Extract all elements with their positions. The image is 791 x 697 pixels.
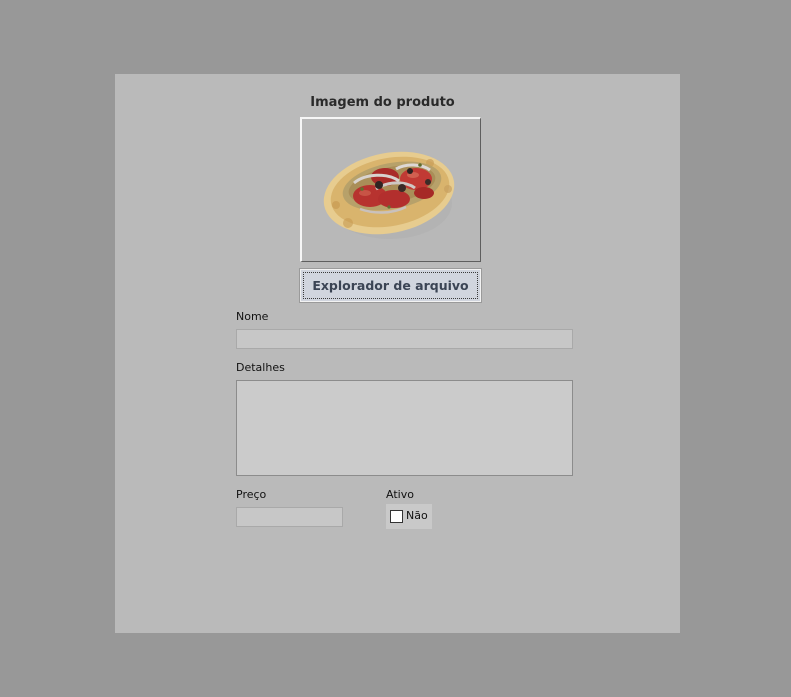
product-form-panel: Imagem do produto Explorador de arquivo … bbox=[115, 74, 680, 633]
file-explorer-button[interactable]: Explorador de arquivo bbox=[300, 269, 481, 302]
file-explorer-button-label: Explorador de arquivo bbox=[312, 278, 469, 293]
pizza-image bbox=[323, 151, 455, 239]
product-image-frame bbox=[300, 117, 481, 262]
name-input[interactable] bbox=[236, 329, 573, 349]
price-input[interactable] bbox=[236, 507, 343, 527]
name-label: Nome bbox=[236, 310, 269, 323]
price-label: Preço bbox=[236, 488, 267, 501]
active-label: Ativo bbox=[386, 488, 414, 501]
details-label: Detalhes bbox=[236, 361, 285, 374]
checkbox-box[interactable] bbox=[390, 510, 403, 523]
image-section-title: Imagem do produto bbox=[310, 95, 455, 110]
active-checkbox-label: Não bbox=[406, 509, 428, 522]
active-checkbox[interactable]: Não bbox=[386, 504, 432, 529]
details-textarea[interactable] bbox=[236, 380, 573, 476]
